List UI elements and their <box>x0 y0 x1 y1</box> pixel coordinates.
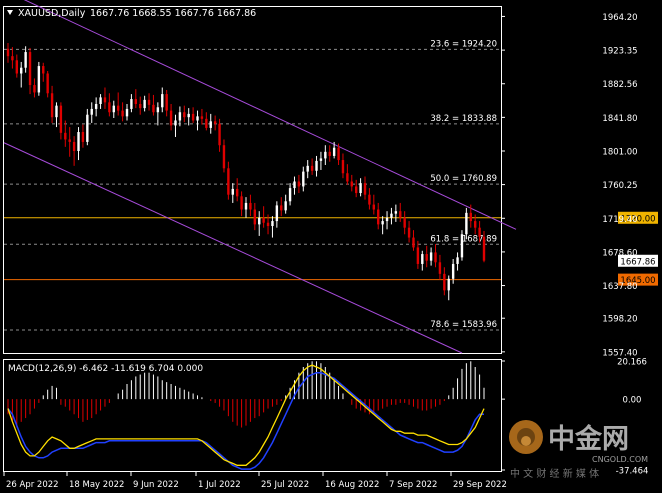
time-tick-label: 16 Aug 2022 <box>325 480 379 490</box>
macd-tick-label: 0.00 <box>623 396 642 406</box>
price-tick-label: 1964.20 <box>602 13 637 23</box>
price-tick-label: 1719.40 <box>602 215 637 225</box>
time-tick-label: 9 Jun 2022 <box>133 480 179 490</box>
fib-level-label: 61.8 = 1687.89 <box>430 234 497 244</box>
brand-tagline: 中 文 财 经 新 媒 体 <box>510 467 599 480</box>
time-tick-label: 7 Sep 2022 <box>389 480 437 490</box>
price-tick-label: 1841.80 <box>602 114 637 124</box>
price-tick-label: 1637.80 <box>602 282 637 292</box>
chart-header: XAUUSD,Daily 1667.76 1668.55 1667.76 166… <box>7 8 256 19</box>
fib-level-label: 23.6 = 1924.20 <box>430 39 497 49</box>
fib-level-label: 78.6 = 1583.96 <box>430 320 497 330</box>
fib-level-label: 38.2 = 1833.88 <box>430 114 497 124</box>
time-tick-label: 25 Jul 2022 <box>261 480 309 490</box>
symbol-label: XAUUSD,Daily <box>18 8 86 19</box>
main-chart-frame <box>3 6 502 354</box>
candle <box>37 61 41 96</box>
fib-level-label: 50.0 = 1760.89 <box>430 174 497 184</box>
time-tick-label: 26 Apr 2022 <box>6 480 59 490</box>
price-tick-label: 1598.20 <box>602 315 637 325</box>
price-tick-label: 1923.35 <box>602 47 637 57</box>
brand-name: 中金网 <box>548 423 629 455</box>
price-tick-label: 1678.60 <box>602 248 637 258</box>
current-price-label: 1667.86 <box>620 257 655 267</box>
time-axis: 26 Apr 2022 18 May 2022 9 Jun 2022 1 Jul 20… <box>3 472 507 490</box>
brand-domain: CNGOLD.COM <box>592 455 648 464</box>
price-axis: 1964.20 1923.35 1882.56 1841.80 1801.00 1760.… <box>501 13 638 358</box>
price-tick-label: 1760.25 <box>602 181 637 191</box>
time-tick-label: 18 May 2022 <box>69 480 124 490</box>
macd-label: MACD(12,26,9) -6.462 -11.619 6.704 0.000 <box>8 364 203 374</box>
trading-chart[interactable]: 23.6 = 1924.20 38.2 = 1833.88 50.0 = 1760.… <box>0 0 662 493</box>
macd-tick-label: -37.464 <box>616 467 649 477</box>
price-tick-label: 1801.00 <box>602 147 637 157</box>
time-tick-label: 1 Jul 2022 <box>198 480 241 490</box>
macd-tick-label: 20.166 <box>617 358 647 368</box>
time-tick-label: 29 Sep 2022 <box>453 480 507 490</box>
ohlc-readout: 1667.76 1668.55 1667.76 1667.86 <box>90 8 256 19</box>
candle <box>460 230 464 261</box>
price-tick-label: 1882.56 <box>602 80 637 90</box>
